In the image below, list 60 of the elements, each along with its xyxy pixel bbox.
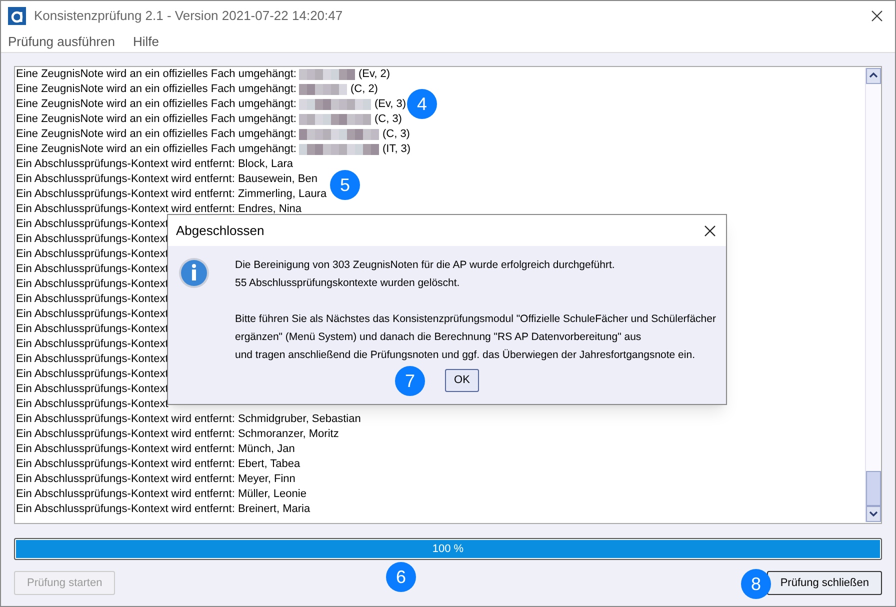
log-line: Ein Abschlussprüfungs-Kontext wird entfernt: Breinert, Maria	[16, 502, 310, 518]
dialog-message: ergänzen" (Menü System) und danach die Berechnung "RS AP Datenvorbereitung" aus	[235, 330, 642, 345]
log-line: Ein Abschlussprüfungs-Kontext	[16, 337, 168, 352]
menu-item[interactable]: Hilfe	[132, 32, 159, 52]
subject-detail: (Ev, 3)	[374, 97, 406, 112]
log-line: Ein Abschlussprüfungs-Kontext	[16, 247, 168, 262]
log-line: Ein Abschlussprüfungs-Kontext	[16, 352, 168, 368]
info-icon	[178, 257, 210, 289]
subject-detail: (C, 3)	[374, 112, 402, 128]
log-line: Ein Abschlussprüfungs-Kontext	[16, 397, 168, 412]
window-title: Konsistenzprüfung 2.1 - Version 2021-07-22 14:20:47	[34, 7, 343, 26]
log-line: Ein Abschlussprüfungs-Kontext	[16, 217, 168, 232]
callout-badge: 6	[386, 562, 416, 592]
dialog-title: Abgeschlossen	[176, 222, 264, 240]
pixelated-redaction	[299, 69, 356, 80]
log-line: Ein Abschlussprüfungs-Kontext	[16, 277, 168, 292]
log-line: Ein Abschlussprüfungs-Kontext	[16, 322, 168, 338]
log-line: Eine ZeugnisNote wird an ein offizielles Fach umgehängt:	[16, 112, 296, 128]
log-line: Ein Abschlussprüfungs-Kontext wird entfernt: Endres, Nina	[16, 202, 302, 218]
log-line: Ein Abschlussprüfungs-Kontext	[16, 262, 168, 278]
ok-button[interactable]: OK	[445, 369, 479, 392]
subject-detail: (C, 3)	[382, 127, 410, 142]
log-line: Ein Abschlussprüfungs-Kontext	[16, 307, 168, 322]
log-line: Ein Abschlussprüfungs-Kontext wird entfernt: Müller, Leonie	[16, 487, 306, 502]
log-line: Ein Abschlussprüfungs-Kontext	[16, 367, 168, 382]
log-line: Ein Abschlussprüfungs-Kontext	[16, 232, 168, 248]
close-icon[interactable]	[871, 10, 883, 22]
log-line: Eine ZeugnisNote wird an ein offizielles Fach umgehängt:	[16, 142, 296, 158]
scroll-thumb[interactable]	[866, 471, 881, 506]
scroll-up-icon[interactable]	[866, 68, 881, 84]
dialog-message: Bitte führen Sie als Nächstes das Konsistenzprüfungsmodul "Offizielle SchuleFächer und Schülerfächer	[235, 312, 716, 327]
log-line: Eine ZeugnisNote wird an ein offizielles Fach umgehängt:	[16, 82, 296, 98]
menu-item[interactable]: Prüfung ausführen	[8, 32, 115, 52]
dialog-message: und tragen anschließend die Prüfungsnoten und ggf. das Überwiegen der Jahresfortgangsnote ein.	[235, 348, 696, 363]
callout-badge: 8	[741, 569, 771, 599]
log-line: Ein Abschlussprüfungs-Kontext wird entfernt: Meyer, Finn	[16, 472, 296, 488]
log-line: Ein Abschlussprüfungs-Kontext	[16, 382, 168, 398]
subject-detail: (Ev, 2)	[358, 67, 390, 82]
log-line: Ein Abschlussprüfungs-Kontext wird entfernt: Block, Lara	[16, 157, 293, 172]
subject-detail: (C, 2)	[350, 82, 378, 98]
log-line: Ein Abschlussprüfungs-Kontext	[16, 292, 168, 308]
log-line: Ein Abschlussprüfungs-Kontext wird entfernt: Ebert, Tabea	[16, 457, 300, 472]
progress-label: 100 %	[431, 542, 465, 557]
close-icon[interactable]	[704, 224, 716, 236]
subject-detail: (IT, 3)	[382, 142, 411, 158]
scroll-down-icon[interactable]	[866, 506, 881, 522]
log-line: Ein Abschlussprüfungs-Kontext wird entfernt: Bausewein, Ben	[16, 172, 318, 188]
log-line: Eine ZeugnisNote wird an ein offizielles Fach umgehängt:	[16, 127, 296, 142]
dialog-message: Die Bereinigung von 303 ZeugnisNoten für die AP wurde erfolgreich durchgeführt.	[235, 258, 616, 273]
log-line: Ein Abschlussprüfungs-Kontext wird entfernt: Schmoranzer, Moritz	[16, 427, 339, 442]
pixelated-redaction	[299, 84, 348, 95]
button[interactable]: Prüfung schließen	[767, 571, 882, 595]
log-line: Ein Abschlussprüfungs-Kontext wird entfernt: Münch, Jan	[16, 442, 295, 458]
log-line: Eine ZeugnisNote wird an ein offizielles Fach umgehängt:	[16, 67, 296, 82]
log-line: Ein Abschlussprüfungs-Kontext wird entfernt: Zimmerling, Laura	[16, 187, 327, 202]
app-logo-icon	[8, 7, 26, 25]
log-line: Eine ZeugnisNote wird an ein offizielles Fach umgehängt:	[16, 97, 296, 112]
log-line: Ein Abschlussprüfungs-Kontext wird entfernt: Schmidgruber, Sebastian	[16, 412, 361, 428]
scrollbar[interactable]	[865, 68, 880, 522]
dialog-message: 55 Abschlussprüfungskontexte wurden gelöscht.	[235, 276, 461, 291]
